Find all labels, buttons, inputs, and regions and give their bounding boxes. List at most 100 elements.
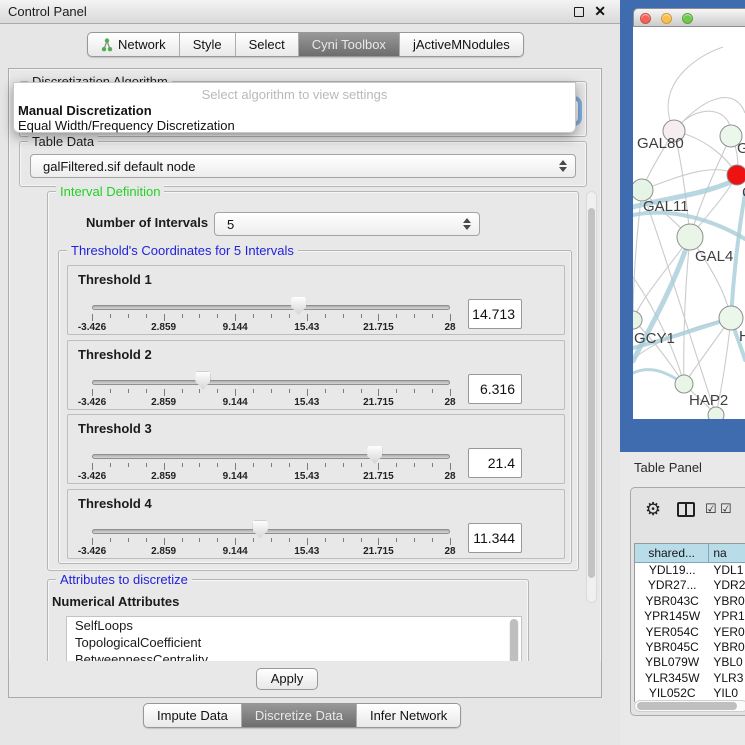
combo-spinner-icon[interactable] bbox=[559, 160, 567, 172]
table-cell[interactable]: YBL079W bbox=[635, 655, 709, 670]
tab-network[interactable]: Network bbox=[88, 33, 179, 56]
interval-definition-title: Interval Definition bbox=[56, 184, 164, 199]
algorithm-option[interactable]: Manual Discretization bbox=[18, 103, 152, 118]
slider-tick bbox=[110, 463, 111, 467]
table-hscrollbar[interactable] bbox=[634, 700, 745, 712]
slider-tick bbox=[235, 314, 236, 321]
slider-tick bbox=[146, 314, 147, 318]
table-data-combo-value: galFiltered.sif default node bbox=[43, 159, 195, 174]
tab-infer-network[interactable]: Infer Network bbox=[356, 704, 460, 727]
slider-tick bbox=[361, 314, 362, 318]
network-edge[interactable] bbox=[668, 47, 723, 131]
attribute-item[interactable]: SelfLoops bbox=[67, 617, 521, 634]
table-data-combo[interactable]: galFiltered.sif default node bbox=[30, 154, 576, 178]
table-row[interactable]: YDL19...YDL1 bbox=[635, 563, 745, 578]
table-row[interactable]: YBR043CYBR0 bbox=[635, 594, 745, 609]
split-view-icon[interactable] bbox=[677, 502, 695, 517]
panel-scrollbar-thumb[interactable] bbox=[588, 208, 595, 578]
network-node[interactable] bbox=[675, 375, 693, 393]
threshold-panel: Threshold 1-3.4262.8599.14415.4321.71528 bbox=[67, 265, 565, 335]
column-header[interactable]: na bbox=[709, 544, 745, 563]
threshold-panel: Threshold 3-3.4262.8599.14415.4321.71528 bbox=[67, 414, 565, 484]
algorithm-option[interactable]: Equal Width/Frequency Discretization bbox=[18, 118, 235, 133]
column-header[interactable]: shared... bbox=[635, 544, 709, 563]
table-row[interactable]: YBR045CYBR0 bbox=[635, 640, 745, 655]
table-hscrollbar-thumb[interactable] bbox=[637, 702, 737, 710]
table-cell[interactable]: YDR2 bbox=[709, 578, 745, 593]
window-minimize-light-icon[interactable] bbox=[661, 13, 672, 24]
tab-label: Network bbox=[118, 36, 166, 53]
combo-spinner-icon[interactable] bbox=[463, 218, 471, 230]
threshold-value-field[interactable] bbox=[468, 523, 522, 553]
float-window-icon[interactable] bbox=[574, 7, 584, 17]
threshold-value-field[interactable] bbox=[468, 448, 522, 478]
table-row[interactable]: YPR145WYPR1 bbox=[635, 609, 745, 624]
slider-track[interactable] bbox=[92, 380, 450, 385]
network-edge[interactable] bbox=[633, 190, 642, 320]
slider-tick bbox=[307, 389, 308, 396]
network-node[interactable] bbox=[633, 311, 642, 329]
table-row[interactable]: YBL079WYBL0 bbox=[635, 655, 745, 670]
network-node[interactable] bbox=[719, 306, 743, 330]
network-node-label: HAP2 bbox=[689, 392, 728, 409]
tab-impute-data[interactable]: Impute Data bbox=[144, 704, 241, 727]
slider-track[interactable] bbox=[92, 529, 450, 534]
slider-tick bbox=[271, 389, 272, 393]
tab-discretize-data[interactable]: Discretize Data bbox=[241, 704, 356, 727]
panel-title: Control Panel bbox=[8, 0, 87, 24]
slider-tick bbox=[199, 538, 200, 542]
slider-handle[interactable] bbox=[195, 372, 210, 390]
table-row[interactable]: YDR27...YDR2 bbox=[635, 578, 745, 593]
attribute-item[interactable]: TopologicalCoefficient bbox=[67, 634, 521, 651]
table-cell[interactable]: YPR145W bbox=[635, 609, 709, 624]
gear-icon[interactable]: ⚙ bbox=[645, 500, 661, 518]
table-cell[interactable]: YPR1 bbox=[709, 609, 745, 624]
tab-style[interactable]: Style bbox=[179, 33, 235, 56]
number-of-intervals-combo[interactable]: 5 bbox=[214, 212, 480, 236]
table-cell[interactable]: YDL1 bbox=[709, 563, 745, 578]
slider-track[interactable] bbox=[92, 305, 450, 310]
close-icon[interactable]: ✕ bbox=[594, 3, 606, 20]
table-cell[interactable]: YLR3 bbox=[709, 671, 745, 686]
tab-label: jActiveMNodules bbox=[413, 36, 510, 53]
slider-tick bbox=[92, 538, 93, 545]
window-zoom-light-icon[interactable] bbox=[682, 13, 693, 24]
table-cell[interactable]: YBR043C bbox=[635, 594, 709, 609]
table-row[interactable]: YER054CYER0 bbox=[635, 625, 745, 640]
tab-select[interactable]: Select bbox=[235, 33, 298, 56]
slider-tick bbox=[271, 314, 272, 318]
tab-jactivemnodules[interactable]: jActiveMNodules bbox=[399, 33, 523, 56]
slider-handle[interactable] bbox=[291, 297, 306, 315]
threshold-value-field[interactable] bbox=[468, 374, 522, 404]
checkbox-icon[interactable]: ☑ bbox=[720, 501, 732, 517]
network-node[interactable] bbox=[727, 165, 745, 185]
table-row[interactable]: YLR345WYLR3 bbox=[635, 671, 745, 686]
apply-button[interactable]: Apply bbox=[256, 668, 318, 690]
network-window-titlebar[interactable] bbox=[633, 8, 745, 27]
network-view[interactable]: GAL80GACGAL11GAL4GCY1HHAP2 bbox=[633, 27, 745, 419]
slider-track[interactable] bbox=[92, 454, 450, 459]
table-cell[interactable]: YDL19... bbox=[635, 563, 709, 578]
table-cell[interactable]: YLR345W bbox=[635, 671, 709, 686]
threshold-value-field[interactable] bbox=[468, 299, 522, 329]
tab-cyni-toolbox[interactable]: Cyni Toolbox bbox=[298, 33, 399, 56]
slider-tick bbox=[307, 463, 308, 470]
table-cell[interactable]: YER054C bbox=[635, 625, 709, 640]
axis-tick-label: 9.144 bbox=[205, 471, 265, 482]
axis-tick-label: -3.426 bbox=[62, 397, 122, 408]
table-cell[interactable]: YBR045C bbox=[635, 640, 709, 655]
panel-scrollbar[interactable] bbox=[586, 191, 597, 603]
slider-handle[interactable] bbox=[367, 446, 382, 464]
window-close-light-icon[interactable] bbox=[640, 13, 651, 24]
checkbox-icon[interactable]: ☑ bbox=[705, 501, 717, 517]
network-node[interactable] bbox=[677, 224, 703, 250]
network-icon bbox=[101, 38, 113, 52]
slider-handle[interactable] bbox=[253, 521, 268, 539]
table-cell[interactable]: YDR27... bbox=[635, 578, 709, 593]
table-cell[interactable]: YBR0 bbox=[709, 594, 745, 609]
axis-tick-label: 21.715 bbox=[348, 546, 408, 557]
slider-tick bbox=[253, 538, 254, 542]
table-cell[interactable]: YBR0 bbox=[709, 640, 745, 655]
table-cell[interactable]: YBL0 bbox=[709, 655, 745, 670]
table-cell[interactable]: YER0 bbox=[709, 625, 745, 640]
